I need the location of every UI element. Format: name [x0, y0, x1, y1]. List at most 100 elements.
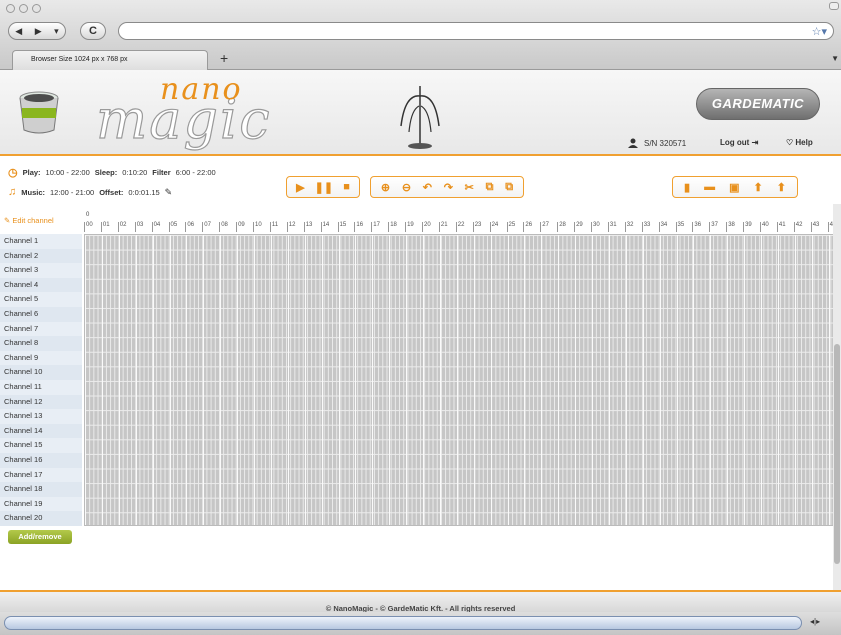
upload-icon[interactable]: ⬆: [754, 181, 763, 194]
save-icon[interactable]: ▣: [729, 181, 739, 194]
tab-overflow-icon[interactable]: ▼: [831, 54, 839, 63]
grid-major-line: [693, 235, 695, 525]
timeline-tick: 15: [337, 222, 355, 232]
cut-icon[interactable]: ✂: [465, 181, 474, 194]
grid-major-line: [625, 235, 627, 525]
channel-label[interactable]: Channel 3: [0, 263, 82, 278]
add-remove-button[interactable]: Add/remove: [8, 530, 72, 544]
music-value: 12:00 - 21:00: [50, 187, 95, 197]
grid-major-line: [592, 235, 593, 525]
copy-icon[interactable]: ⧉: [486, 181, 494, 194]
timeline-tick: 05: [168, 222, 186, 232]
timeline-tick: 10: [253, 222, 270, 232]
help-link[interactable]: ♡ Help: [786, 138, 813, 147]
grid-major-line: [152, 235, 154, 525]
timeline-tick: 16: [354, 222, 371, 232]
timeline-tick: 03: [134, 222, 152, 232]
browser-tab[interactable]: Browser Size 1024 px x 768 px: [12, 50, 208, 70]
play-button[interactable]: ▶: [296, 181, 304, 194]
timeline-ruler[interactable]: 0 00 01 02 03 04 05 06 07 08 09 10 11 12 13 14 15 16 17 18…: [84, 212, 836, 232]
edit-offset-pencil-icon[interactable]: ✎: [165, 187, 173, 198]
channel-label[interactable]: Channel 17: [0, 467, 82, 483]
logout-link[interactable]: Log out ⇥: [720, 138, 758, 147]
zoom-window-button[interactable]: [32, 4, 41, 13]
filter-value: 6:00 - 22:00: [175, 168, 216, 177]
redo-icon[interactable]: ↷: [444, 181, 453, 194]
play-value: 10:00 - 22:00: [45, 168, 90, 177]
timeline-tick: 22: [455, 222, 473, 232]
edit-channel-link[interactable]: ✎ Edit channel: [4, 216, 54, 225]
window-controls[interactable]: [6, 4, 41, 13]
channel-label[interactable]: Channel 15: [0, 438, 82, 453]
timeline-tick: 20: [422, 222, 439, 232]
channel-label[interactable]: Channel 18: [0, 482, 82, 497]
grid-major-line: [811, 235, 813, 525]
undo-icon[interactable]: ↶: [423, 181, 432, 194]
bookmark-star-icon[interactable]: ☆▾: [812, 25, 827, 38]
channel-label[interactable]: Channel 16: [0, 452, 82, 468]
play-label: Play:: [22, 168, 41, 177]
back-button[interactable]: ◀: [15, 26, 22, 37]
minimize-window-button[interactable]: [19, 4, 28, 13]
vertical-scroll-thumb[interactable]: [834, 344, 840, 564]
channel-label[interactable]: Channel 7: [0, 321, 82, 337]
timeline-tick: 21: [438, 222, 456, 232]
timeline-tick: 01: [100, 222, 118, 232]
grid-major-line: [777, 235, 779, 525]
timeline-grid[interactable]: [84, 234, 836, 526]
channel-label[interactable]: Channel 14: [0, 423, 82, 439]
timeline-tick: 09: [236, 222, 253, 232]
channel-label[interactable]: Channel 10: [0, 365, 82, 380]
reload-button[interactable]: C: [80, 22, 106, 40]
grid-major-line: [135, 235, 137, 525]
toolbar-toggle-button[interactable]: [829, 2, 839, 10]
grid-major-line: [490, 235, 492, 525]
add-icon[interactable]: ⊕: [381, 181, 390, 194]
channel-list: Channel 1 Channel 2 Channel 3 Channel 4 Chan…: [0, 234, 82, 526]
channel-label[interactable]: Channel 4: [0, 277, 82, 293]
timeline-zero-marker: 0: [86, 212, 90, 218]
app-header: magic nano GARDEMATIC S/N 320571 Log out…: [0, 70, 841, 156]
channel-label[interactable]: Channel 5: [0, 292, 82, 307]
user-info: S/N 320571: [628, 138, 686, 148]
timeline-tick: 43: [810, 222, 828, 232]
clock-icon: ◷: [8, 167, 18, 179]
channel-label[interactable]: Channel 12: [0, 394, 82, 410]
tab-bar: Browser Size 1024 px x 768 px + ▼: [0, 48, 841, 70]
channel-label[interactable]: Channel 8: [0, 336, 82, 351]
channel-label[interactable]: Channel 2: [0, 248, 82, 264]
remove-icon[interactable]: ⊖: [402, 181, 411, 194]
grid-major-line: [439, 235, 441, 525]
timeline-tick: 42: [793, 222, 811, 232]
forward-button[interactable]: ▶: [35, 26, 42, 37]
channel-label[interactable]: Channel 19: [0, 496, 82, 512]
channel-label[interactable]: Channel 6: [0, 306, 82, 322]
horizontal-scroll-thumb[interactable]: [4, 616, 802, 630]
channel-label[interactable]: Channel 9: [0, 350, 82, 366]
grid-major-line: [676, 235, 678, 525]
paste-icon[interactable]: ⧉: [505, 181, 513, 194]
open-folder-icon[interactable]: ▬: [704, 181, 715, 193]
upload-alt-icon[interactable]: ⬆: [777, 181, 786, 194]
help-label: Help: [795, 138, 813, 147]
channel-label[interactable]: Channel 11: [0, 379, 82, 395]
timeline-tick: 30: [591, 222, 608, 232]
vertical-scrollbar[interactable]: [833, 204, 841, 590]
new-tab-button[interactable]: +: [220, 50, 228, 66]
channel-label[interactable]: Channel 20: [0, 511, 82, 526]
timeline-tick: 00: [84, 222, 101, 232]
gardematic-brand-logo: GARDEMATIC: [696, 88, 820, 120]
serial-number: S/N 320571: [644, 138, 687, 148]
stop-button[interactable]: ■: [343, 181, 350, 193]
channel-label[interactable]: Channel 1: [0, 234, 82, 249]
address-bar[interactable]: ☆▾: [118, 22, 834, 40]
logout-icon: ⇥: [751, 138, 759, 147]
scroll-arrows[interactable]: ◂|▸: [810, 617, 820, 626]
user-icon: [628, 138, 638, 148]
history-dropdown[interactable]: ▾: [54, 26, 59, 37]
horizontal-scrollbar[interactable]: ◂|▸: [0, 612, 841, 635]
channel-label[interactable]: Channel 13: [0, 409, 82, 424]
pause-button[interactable]: ❚❚: [315, 181, 333, 194]
new-file-icon[interactable]: ▮: [684, 181, 690, 194]
close-window-button[interactable]: [6, 4, 15, 13]
